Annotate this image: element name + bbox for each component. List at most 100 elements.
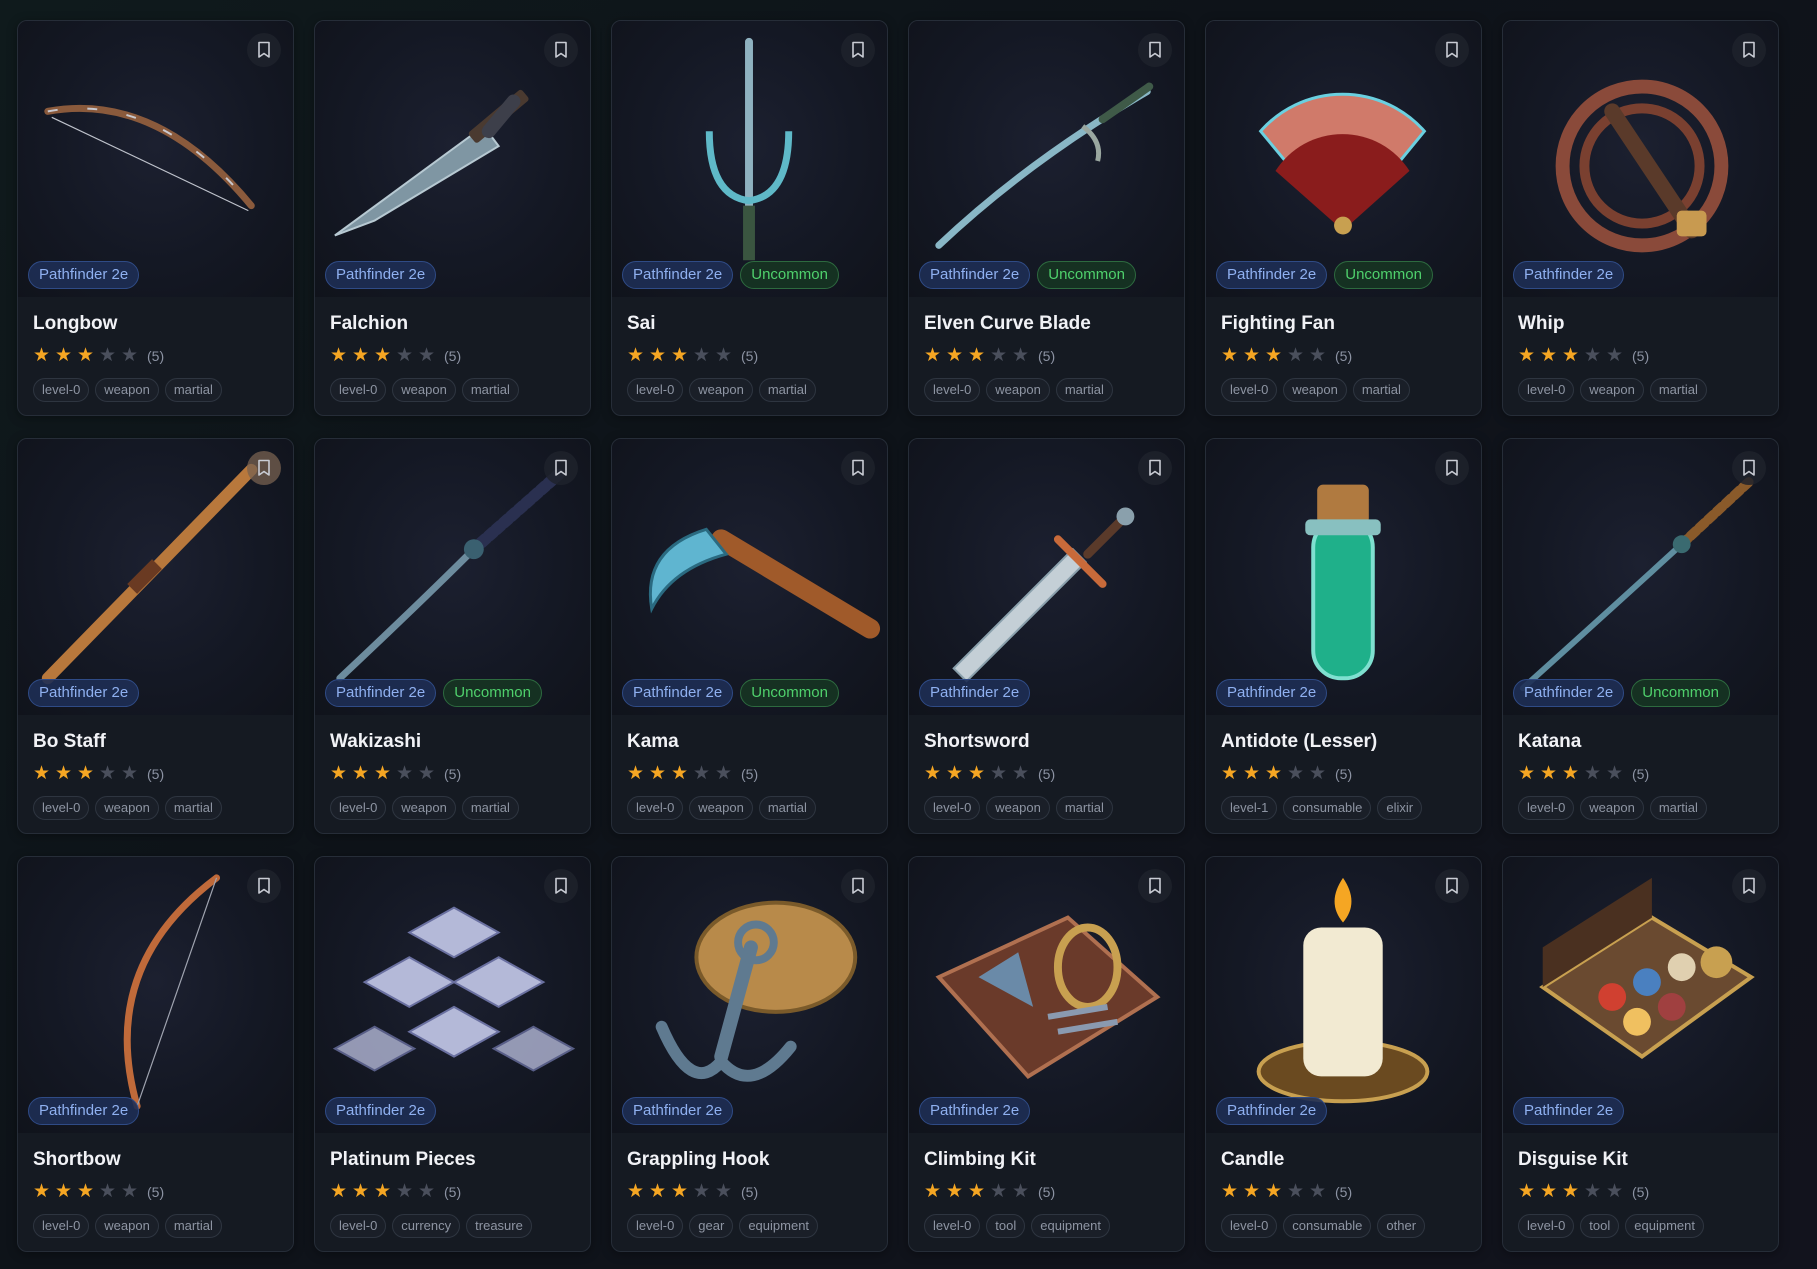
tag-chip[interactable]: martial [461, 378, 519, 402]
tag-chip[interactable]: equipment [1031, 1214, 1110, 1238]
bookmark-button[interactable] [544, 451, 578, 485]
tag-chip[interactable]: other [1377, 1214, 1426, 1238]
star-empty-icon: ★ [1287, 763, 1305, 784]
tag-list: level-0 consumable other [1221, 1214, 1466, 1238]
tag-chip[interactable]: tool [1580, 1214, 1620, 1238]
tag-chip[interactable]: level-0 [1518, 378, 1575, 402]
bookmark-button[interactable] [1138, 33, 1172, 67]
tag-chip[interactable]: currency [392, 1214, 461, 1238]
tag-chip[interactable]: martial [1649, 796, 1707, 820]
rating-count: (5) [147, 348, 165, 364]
bookmark-button[interactable] [1138, 451, 1172, 485]
tag-chip[interactable]: tool [986, 1214, 1026, 1238]
bookmark-button[interactable] [1732, 451, 1766, 485]
item-card-grappling-hook[interactable]: Pathfinder 2e Grappling Hook ★ ★ ★ ★ ★ (5) le… [611, 856, 888, 1252]
badge-row: Pathfinder 2e [1216, 1097, 1328, 1125]
tag-chip[interactable]: weapon [392, 378, 456, 402]
item-card-shortbow[interactable]: Pathfinder 2e Shortbow ★ ★ ★ ★ ★ (5) level-0 w… [17, 856, 294, 1252]
item-card-disguise-kit[interactable]: Pathfinder 2e Disguise Kit ★ ★ ★ ★ ★ (5) leve… [1502, 856, 1779, 1252]
tag-chip[interactable]: martial [1649, 378, 1707, 402]
star-filled-icon: ★ [924, 1181, 942, 1202]
bookmark-button[interactable] [1732, 869, 1766, 903]
bookmark-button[interactable] [1435, 33, 1469, 67]
tag-chip[interactable]: weapon [95, 378, 159, 402]
bookmark-button[interactable] [247, 869, 281, 903]
tag-chip[interactable]: level-0 [627, 1214, 684, 1238]
item-card-climbing-kit[interactable]: Pathfinder 2e Climbing Kit ★ ★ ★ ★ ★ (5) leve… [908, 856, 1185, 1252]
tag-chip[interactable]: elixir [1377, 796, 1423, 820]
bookmark-button[interactable] [544, 869, 578, 903]
tag-chip[interactable]: weapon [986, 378, 1050, 402]
tag-chip[interactable]: weapon [1580, 796, 1644, 820]
item-card-platinum-pieces[interactable]: Pathfinder 2e Platinum Pieces ★ ★ ★ ★ ★ (5) l… [314, 856, 591, 1252]
item-card-elven-curve-blade[interactable]: Pathfinder 2e Uncommon Elven Curve Blade… [908, 20, 1185, 416]
bookmark-button[interactable] [841, 451, 875, 485]
tag-chip[interactable]: level-0 [330, 378, 387, 402]
tag-chip[interactable]: level-0 [330, 1214, 387, 1238]
bookmark-button[interactable] [247, 33, 281, 67]
tag-chip[interactable]: treasure [466, 1214, 532, 1238]
tag-chip[interactable]: weapon [1580, 378, 1644, 402]
item-card-falchion[interactable]: Pathfinder 2e Falchion ★ ★ ★ ★ ★ (5) level-0 w… [314, 20, 591, 416]
tag-chip[interactable]: level-0 [1221, 378, 1278, 402]
item-card-shortsword[interactable]: Pathfinder 2e Shortsword ★ ★ ★ ★ ★ (5) level-… [908, 438, 1185, 834]
bookmark-button[interactable] [247, 451, 281, 485]
bookmark-button[interactable] [841, 869, 875, 903]
tag-chip[interactable]: martial [164, 378, 222, 402]
tag-chip[interactable]: level-0 [924, 1214, 981, 1238]
bookmark-icon [1149, 41, 1161, 58]
item-card-katana[interactable]: Pathfinder 2e Uncommon Katana ★ ★ ★ ★ ★ (5) l… [1502, 438, 1779, 834]
tag-list: level-0 weapon martial [1518, 796, 1763, 820]
tag-chip[interactable]: level-0 [330, 796, 387, 820]
tag-chip[interactable]: weapon [392, 796, 456, 820]
system-badge: Pathfinder 2e [28, 679, 140, 707]
tag-chip[interactable]: martial [164, 796, 222, 820]
tag-chip[interactable]: level-0 [33, 796, 90, 820]
tag-chip[interactable]: martial [758, 796, 816, 820]
tag-chip[interactable]: martial [461, 796, 519, 820]
tag-chip[interactable]: level-0 [627, 796, 684, 820]
bookmark-button[interactable] [1435, 869, 1469, 903]
tag-chip[interactable]: martial [1055, 796, 1113, 820]
star-empty-icon: ★ [715, 1181, 733, 1202]
tag-chip[interactable]: martial [758, 378, 816, 402]
tag-chip[interactable]: martial [1352, 378, 1410, 402]
item-card-whip[interactable]: Pathfinder 2e Whip ★ ★ ★ ★ ★ (5) level-0 weapo… [1502, 20, 1779, 416]
tag-chip[interactable]: weapon [689, 796, 753, 820]
tag-chip[interactable]: martial [164, 1214, 222, 1238]
item-card-longbow[interactable]: Pathfinder 2e Longbow ★ ★ ★ ★ ★ (5) level-0 we… [17, 20, 294, 416]
tag-chip[interactable]: gear [689, 1214, 734, 1238]
tag-chip[interactable]: level-0 [627, 378, 684, 402]
tag-chip[interactable]: martial [1055, 378, 1113, 402]
tag-chip[interactable]: level-0 [924, 378, 981, 402]
tag-chip[interactable]: weapon [1283, 378, 1347, 402]
tag-chip[interactable]: level-0 [1518, 1214, 1575, 1238]
item-card-sai[interactable]: Pathfinder 2e Uncommon Sai ★ ★ ★ ★ ★ (5) leve… [611, 20, 888, 416]
tag-chip[interactable]: equipment [739, 1214, 819, 1238]
tag-chip[interactable]: weapon [689, 378, 753, 402]
item-card-antidote-lesser[interactable]: Pathfinder 2e Antidote (Lesser) ★ ★ ★ ★ ★ (5)… [1205, 438, 1482, 834]
item-card-bo-staff[interactable]: Pathfinder 2e Bo Staff ★ ★ ★ ★ ★ (5) level-0 w… [17, 438, 294, 834]
tag-chip[interactable]: level-0 [1518, 796, 1575, 820]
star-filled-icon: ★ [33, 763, 51, 784]
tag-chip[interactable]: level-0 [33, 378, 90, 402]
tag-chip[interactable]: level-0 [924, 796, 981, 820]
tag-chip[interactable]: consumable [1283, 1214, 1372, 1238]
bookmark-button[interactable] [1138, 869, 1172, 903]
bookmark-button[interactable] [1435, 451, 1469, 485]
bookmark-button[interactable] [544, 33, 578, 67]
tag-chip[interactable]: weapon [95, 796, 159, 820]
bookmark-button[interactable] [841, 33, 875, 67]
tag-chip[interactable]: equipment [1625, 1214, 1704, 1238]
tag-chip[interactable]: weapon [986, 796, 1050, 820]
item-card-wakizashi[interactable]: Pathfinder 2e Uncommon Wakizashi ★ ★ ★ ★ ★ (5… [314, 438, 591, 834]
item-card-kama[interactable]: Pathfinder 2e Uncommon Kama ★ ★ ★ ★ ★ (5) lev… [611, 438, 888, 834]
tag-chip[interactable]: consumable [1283, 796, 1372, 820]
tag-chip[interactable]: weapon [95, 1214, 159, 1238]
tag-chip[interactable]: level-1 [1221, 796, 1278, 820]
item-card-fighting-fan[interactable]: Pathfinder 2e Uncommon Fighting Fan ★ ★ ★ ★… [1205, 20, 1482, 416]
tag-chip[interactable]: level-0 [1221, 1214, 1278, 1238]
tag-chip[interactable]: level-0 [33, 1214, 90, 1238]
bookmark-button[interactable] [1732, 33, 1766, 67]
item-card-candle[interactable]: Pathfinder 2e Candle ★ ★ ★ ★ ★ (5) level-0 con… [1205, 856, 1482, 1252]
